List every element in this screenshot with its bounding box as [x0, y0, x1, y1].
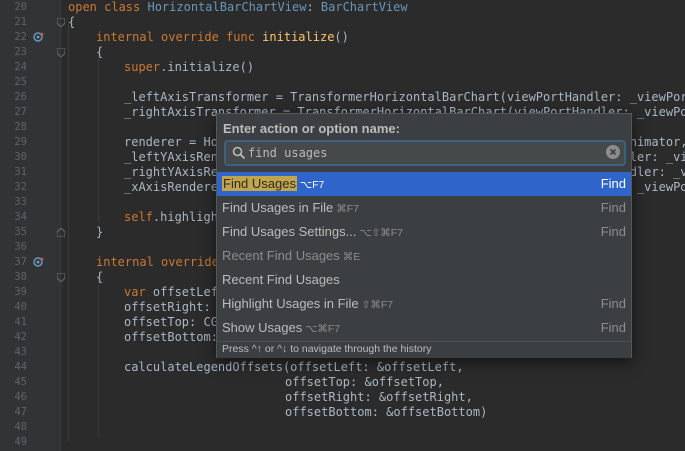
item-shortcut: ⌥⌘F7: [305, 323, 341, 335]
line-number: 26: [14, 91, 27, 103]
item-label: Find Usages ⌥F7: [222, 176, 325, 191]
list-item[interactable]: Find Usages in File ⌘F7 Find: [217, 196, 631, 220]
action-list: Find Usages ⌥F7 Find Find Usages in File ⌘…: [217, 172, 631, 340]
find-action-popup: Enter action or option name: Find Usages…: [216, 113, 632, 358]
item-group: Find: [600, 176, 626, 191]
line-number: 45: [14, 376, 27, 388]
line-number: 43: [14, 346, 27, 358]
line-number: 38: [14, 271, 27, 283]
line-number: 48: [14, 421, 27, 433]
code-line: _leftAxisTransformer = TransformerHorizo…: [124, 90, 685, 104]
line-number: 32: [14, 181, 27, 193]
code-line: {: [96, 270, 104, 284]
line-number: 20: [14, 1, 27, 13]
item-shortcut: ⌥⇧⌘F7: [359, 227, 404, 239]
line-number: 31: [14, 166, 27, 178]
indent-guide: [68, 22, 69, 442]
line-number: 47: [14, 406, 27, 418]
line-number: 30: [14, 151, 27, 163]
line-number: 46: [14, 391, 27, 403]
item-label: Find Usages Settings... ⌥⇧⌘F7: [222, 224, 404, 239]
item-group: Find: [600, 224, 626, 239]
code-line: internal override func initialize(): [96, 30, 349, 44]
line-number: 42: [14, 331, 27, 343]
item-label: Highlight Usages in File ⇧⌘F7: [222, 296, 394, 311]
code-line: offsetBottom: &offsetBottom): [285, 405, 488, 419]
list-item[interactable]: Highlight Usages in File ⇧⌘F7 Find: [217, 292, 631, 316]
code-line: {: [96, 45, 104, 59]
line-number: 49: [14, 436, 27, 448]
code-line: offsetRight: &offsetRight,: [285, 390, 473, 404]
line-number: 24: [14, 61, 27, 73]
line-number: 28: [14, 121, 27, 133]
line-number: 35: [14, 226, 27, 238]
list-item[interactable]: Show Usages ⌥⌘F7 Find: [217, 316, 631, 340]
list-item[interactable]: Find Usages Settings... ⌥⇧⌘F7 Find: [217, 220, 631, 244]
indent-guide: [98, 52, 99, 222]
code-line: }: [96, 225, 104, 239]
line-number: 36: [14, 241, 27, 253]
code-line: super.initialize(): [124, 60, 255, 74]
code-line: open class HorizontalBarChartView: BarCh…: [68, 0, 408, 14]
line-number: 21: [14, 16, 27, 28]
item-shortcut: ⌘E: [342, 251, 361, 263]
popup-title: Enter action or option name:: [223, 121, 400, 136]
search-input[interactable]: [248, 143, 588, 163]
override-method-icon[interactable]: [33, 256, 45, 268]
list-item[interactable]: Recent Find Usages: [217, 268, 631, 292]
list-item[interactable]: Recent Find Usages ⌘E: [217, 244, 631, 268]
line-number: 40: [14, 301, 27, 313]
line-number: 25: [14, 76, 27, 88]
line-number: 34: [14, 211, 27, 223]
popup-footer: Press ^↑ or ^↓ to navigate through the h…: [217, 341, 631, 358]
item-label: Recent Find Usages: [222, 272, 340, 287]
item-group: Find: [600, 320, 626, 335]
code-line: offsetTop: &offsetTop,: [285, 375, 444, 389]
item-shortcut: ⇧⌘F7: [361, 299, 394, 311]
item-label: Find Usages in File ⌘F7: [222, 200, 360, 215]
line-number: 37: [14, 256, 27, 268]
indent-guide: [98, 277, 99, 437]
item-group: Find: [600, 296, 626, 311]
clear-icon[interactable]: [606, 145, 620, 159]
line-number: 27: [14, 106, 27, 118]
item-shortcut: ⌘F7: [336, 203, 360, 215]
list-item[interactable]: Find Usages ⌥F7 Find: [217, 172, 631, 196]
item-label: Show Usages ⌥⌘F7: [222, 320, 341, 335]
code-line: {: [68, 15, 76, 29]
search-box[interactable]: [224, 140, 626, 166]
item-group: Find: [600, 200, 626, 215]
footer-hint: Press ^↑ or ^↓ to navigate through the h…: [222, 343, 432, 355]
line-number: 39: [14, 286, 27, 298]
override-method-icon[interactable]: [33, 31, 45, 43]
search-icon: [232, 146, 246, 160]
code-line: calculateLegendOffsets(offsetLeft: &offs…: [124, 360, 464, 374]
item-shortcut: ⌥F7: [299, 179, 325, 191]
line-number: 22: [14, 31, 27, 43]
line-number: 44: [14, 361, 27, 373]
item-label: Recent Find Usages ⌘E: [222, 248, 361, 263]
line-number: 29: [14, 136, 27, 148]
line-number: 23: [14, 46, 27, 58]
line-number: 33: [14, 196, 27, 208]
line-number: 41: [14, 316, 27, 328]
